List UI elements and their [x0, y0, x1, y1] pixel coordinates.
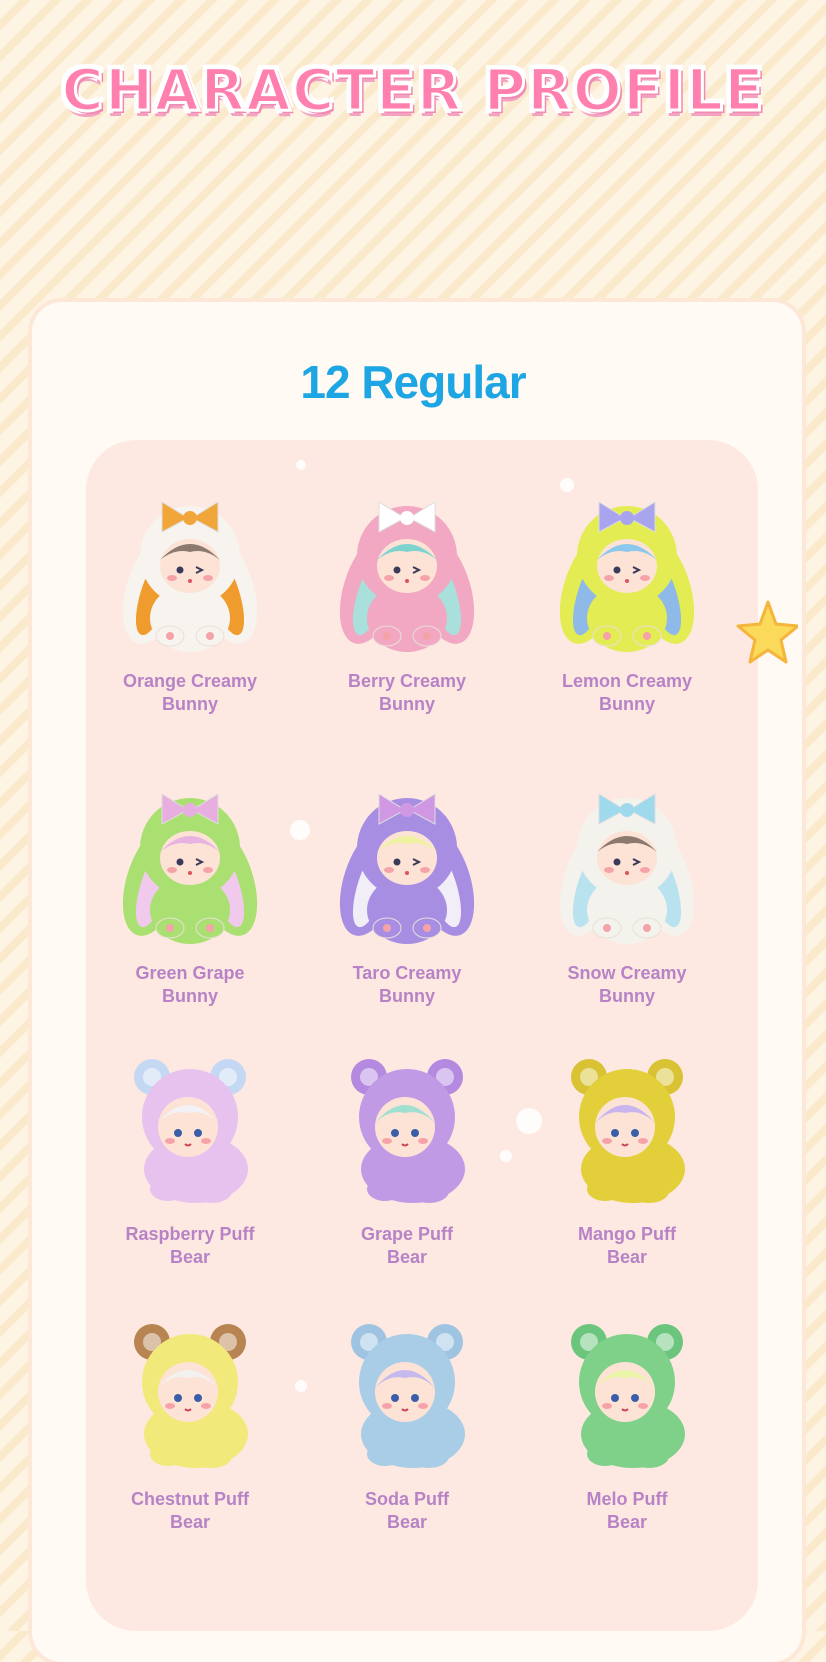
bear-figure-image: [134, 1059, 248, 1203]
decor-dot: [296, 460, 306, 470]
character-name-line1: Melo Puff: [586, 1489, 668, 1509]
character-name: Berry Creamy Bunny: [297, 670, 517, 716]
bunny-figure-image: [559, 501, 695, 652]
section-title: 12 Regular: [300, 356, 526, 408]
character-card: Raspberry Puff Bear: [80, 1031, 300, 1301]
character-name: Green Grape Bunny: [80, 962, 300, 1008]
character-name-line2: Bunny: [379, 694, 435, 714]
character-name-line2: Bunny: [379, 986, 435, 1006]
character-name-line1: Green Grape: [135, 963, 245, 983]
character-name-line1: Grape Puff: [360, 1224, 453, 1244]
character-name: Raspberry Puff Bear: [80, 1223, 300, 1269]
bear-figure-image: [571, 1059, 685, 1203]
character-name-line2: Bear: [386, 1247, 428, 1267]
character-name-line1: Soda Puff: [365, 1489, 449, 1509]
bunny-figure-image: [559, 793, 695, 944]
character-name-line1: Berry Creamy: [347, 671, 467, 691]
character-name: Chestnut Puff Bear: [80, 1488, 300, 1534]
character-card: Taro Creamy Bunny: [297, 770, 517, 1040]
header-banner: CHARACTER PROFILE: [0, 30, 826, 150]
character-name: Grape Puff Bear: [297, 1223, 517, 1269]
character-card: Soda Puff Bear: [297, 1296, 517, 1566]
character-name: Snow Creamy Bunny: [517, 962, 737, 1008]
character-name-line1: Orange Creamy: [122, 671, 258, 691]
character-name-line2: Bear: [386, 1512, 428, 1532]
character-name-line1: Taro Creamy: [352, 963, 462, 983]
character-name-line2: Bunny: [599, 694, 655, 714]
character-name: Melo Puff Bear: [517, 1488, 737, 1534]
character-name-line1: Mango Puff: [578, 1224, 676, 1244]
character-name-line2: Bunny: [599, 986, 655, 1006]
character-name-line2: Bunny: [162, 694, 218, 714]
character-name-line2: Bear: [606, 1512, 648, 1532]
character-name-line2: Bear: [606, 1247, 648, 1267]
bear-figure-image: [351, 1324, 465, 1468]
character-card: Berry Creamy Bunny: [297, 478, 517, 748]
bunny-figure-image: [122, 501, 258, 652]
character-card: Mango Puff Bear: [517, 1031, 737, 1301]
character-card: Snow Creamy Bunny: [517, 770, 737, 1040]
bear-figure-image: [134, 1324, 248, 1468]
page-title: CHARACTER PROFILE: [60, 55, 765, 126]
character-card: Lemon Creamy Bunny: [517, 478, 737, 748]
character-name: Lemon Creamy Bunny: [517, 670, 737, 716]
character-name: Soda Puff Bear: [297, 1488, 517, 1534]
bear-figure-image: [571, 1324, 685, 1468]
character-card: Grape Puff Bear: [297, 1031, 517, 1301]
bunny-figure-image: [339, 793, 475, 944]
character-name: Taro Creamy Bunny: [297, 962, 517, 1008]
character-card: Green Grape Bunny: [80, 770, 300, 1040]
character-name-line2: Bear: [169, 1247, 211, 1267]
character-card: Orange Creamy Bunny: [80, 478, 300, 748]
bear-figure-image: [351, 1059, 465, 1203]
character-name-line1: Chestnut Puff: [131, 1489, 249, 1509]
bunny-figure-image: [339, 501, 475, 652]
character-name-line1: Lemon Creamy: [561, 671, 693, 691]
character-card: Melo Puff Bear: [517, 1296, 737, 1566]
bunny-figure-image: [122, 793, 258, 944]
star-icon: [736, 600, 798, 664]
character-card: Chestnut Puff Bear: [80, 1296, 300, 1566]
character-name: Mango Puff Bear: [517, 1223, 737, 1269]
character-name-line1: Snow Creamy: [567, 963, 687, 983]
character-name-line1: Raspberry Puff: [125, 1224, 255, 1244]
character-name-line2: Bunny: [162, 986, 218, 1006]
character-name: Orange Creamy Bunny: [80, 670, 300, 716]
character-name-line2: Bear: [169, 1512, 211, 1532]
